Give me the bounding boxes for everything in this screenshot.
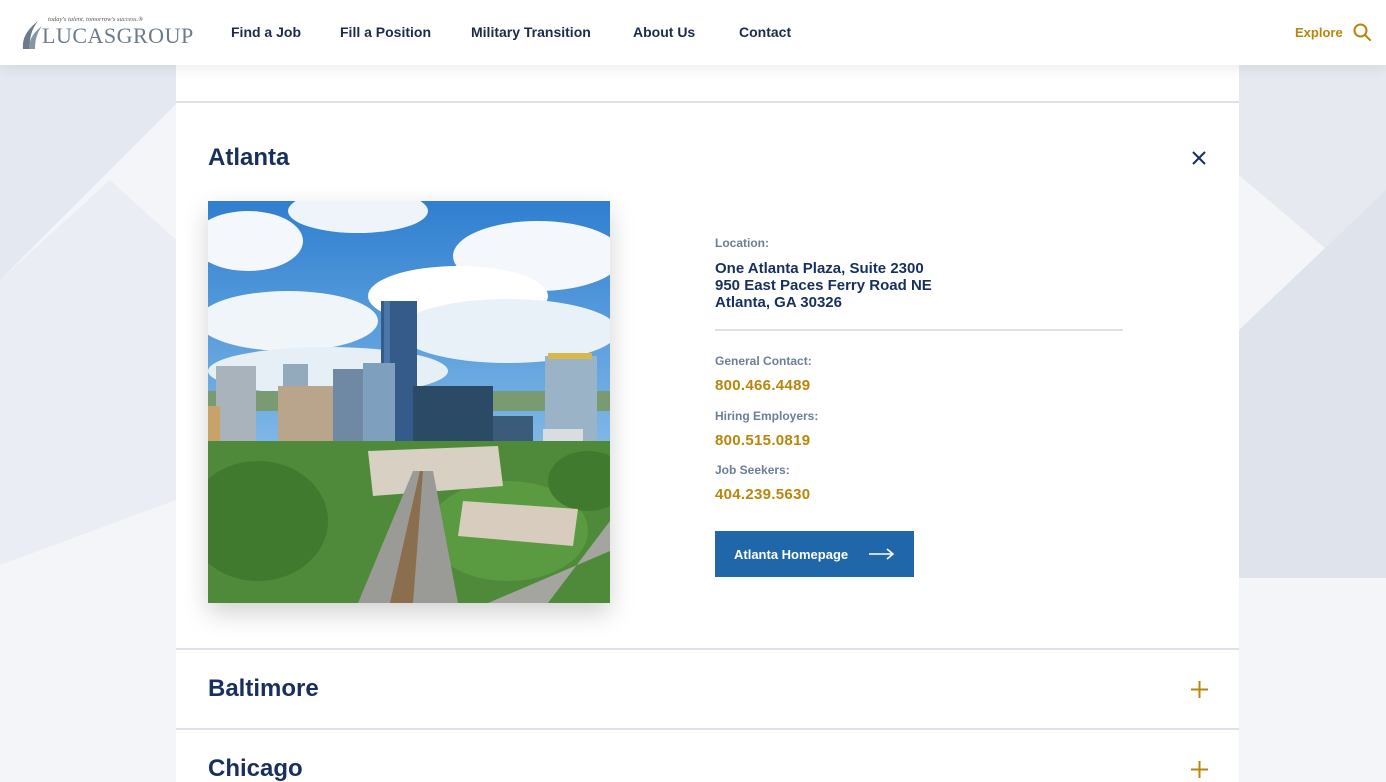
logo-flame-icon [22,21,42,49]
search-icon[interactable] [1353,23,1371,41]
nav-about-us[interactable]: About Us [633,24,695,40]
logo-wordmark: LUCASGROUP [42,23,194,48]
nav-contact[interactable]: Contact [739,24,791,40]
accordion-divider [176,101,1239,103]
nav-military-transition[interactable]: Military Transition [471,24,591,40]
homepage-button-label: Atlanta Homepage [734,546,849,562]
office-locations-accordion: Atlanta Location: One Atlanta Plaza, Sui… [176,65,1239,782]
atlanta-skyline-photo [208,201,610,603]
plus-icon[interactable] [1191,681,1208,698]
hiring-employers-label: Hiring Employers: [715,409,819,423]
office-address: One Atlanta Plaza, Suite 2300 950 East P… [715,260,932,311]
logo-tagline: today's talent. tomorrow's success.® [48,16,144,23]
accordion-divider [176,728,1239,730]
atlanta-homepage-button[interactable]: Atlanta Homepage [715,531,914,577]
explore-link[interactable]: Explore [1295,25,1343,40]
job-seekers-phone[interactable]: 404.239.5630 [715,486,810,503]
job-seekers-label: Job Seekers: [715,463,790,477]
site-header: today's talent. tomorrow's success.® LUC… [0,0,1386,65]
hiring-employers-phone[interactable]: 800.515.0819 [715,432,810,449]
address-line-2: 950 East Paces Ferry Road NE [715,277,932,294]
nav-find-a-job[interactable]: Find a Job [231,24,301,40]
general-contact-label: General Contact: [715,354,812,368]
details-divider [715,329,1123,331]
lucasgroup-logo[interactable]: today's talent. tomorrow's success.® LUC… [20,14,193,52]
nav-fill-a-position[interactable]: Fill a Position [340,24,431,40]
office-title-atlanta[interactable]: Atlanta [208,144,289,172]
office-title-baltimore[interactable]: Baltimore [208,675,319,703]
address-line-3: Atlanta, GA 30326 [715,294,842,311]
office-title-chicago[interactable]: Chicago [208,755,303,782]
address-line-1: One Atlanta Plaza, Suite 2300 [715,260,924,277]
accordion-divider [176,648,1239,650]
general-contact-phone[interactable]: 800.466.4489 [715,377,810,394]
arrow-right-icon [869,548,895,560]
location-label: Location: [715,236,769,250]
close-icon[interactable] [1192,151,1206,165]
plus-icon[interactable] [1191,761,1208,778]
